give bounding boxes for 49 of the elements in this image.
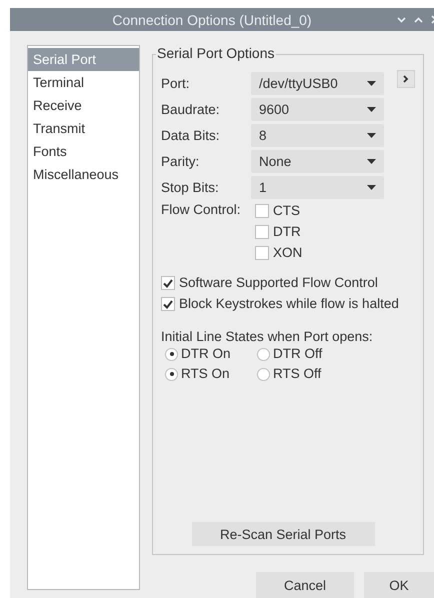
more-button[interactable] <box>397 70 415 88</box>
checkbox[interactable] <box>255 246 269 260</box>
radio-option[interactable]: DTR Off <box>257 344 337 364</box>
checkbox-option[interactable]: DTR <box>255 223 302 241</box>
radio-circle[interactable] <box>257 368 270 380</box>
group-title: Serial Port Options <box>156 45 276 61</box>
rescan-button[interactable]: Re-Scan Serial Ports <box>192 522 374 546</box>
category-item[interactable]: Transmit <box>28 117 139 140</box>
radio-circle[interactable] <box>257 348 270 360</box>
radio-option[interactable]: RTS Off <box>257 364 337 384</box>
checkbox[interactable] <box>255 225 269 239</box>
dialog-button[interactable]: Cancel <box>256 572 354 598</box>
checkbox-option[interactable]: Software Supported Flow Control <box>161 274 415 292</box>
dialog-button[interactable]: OK <box>364 572 434 598</box>
radio-circle[interactable] <box>165 368 178 380</box>
checkbox-option[interactable]: Block Keystrokes while flow is halted <box>161 295 415 313</box>
dropdown[interactable]: /dev/ttyUSB0 <box>251 72 384 94</box>
field-label: Stop Bits: <box>161 180 220 194</box>
category-item[interactable]: Fonts <box>28 140 139 163</box>
field-label: Parity: <box>161 154 200 168</box>
maximize-icon[interactable] <box>414 16 423 22</box>
radio-option[interactable]: DTR On <box>165 344 245 364</box>
window-title: Connection Options (Untitled_0) <box>112 12 312 28</box>
category-item[interactable]: Receive <box>28 94 139 117</box>
checkbox[interactable] <box>255 204 269 218</box>
dropdown-arrow-icon <box>367 158 376 164</box>
chevron-right-icon <box>403 75 409 83</box>
field-label: Flow Control: <box>161 202 242 219</box>
dropdown[interactable]: 1 <box>251 176 384 198</box>
category-item[interactable]: Terminal <box>28 71 139 94</box>
checkbox[interactable] <box>161 297 175 311</box>
dropdown-arrow-icon <box>367 106 376 112</box>
category-item[interactable]: Miscellaneous <box>28 163 139 186</box>
dropdown[interactable]: 9600 <box>251 98 384 120</box>
section-label: Initial Line States when Port opens: <box>161 329 374 344</box>
checkbox[interactable] <box>161 276 175 290</box>
dropdown[interactable]: 8 <box>251 124 384 146</box>
dropdown-arrow-icon <box>367 184 376 190</box>
radio-circle[interactable] <box>165 348 178 360</box>
checkbox-option[interactable]: CTS <box>255 202 302 220</box>
dropdown-arrow-icon <box>367 80 376 86</box>
field-label: Baudrate: <box>161 102 221 116</box>
radio-option[interactable]: RTS On <box>165 364 245 384</box>
dropdown[interactable]: None <box>251 150 384 172</box>
minimize-icon[interactable] <box>397 16 406 22</box>
field-label: Port: <box>161 76 191 90</box>
dropdown-arrow-icon <box>367 132 376 138</box>
checkbox-option[interactable]: XON <box>255 244 302 262</box>
field-label: Data Bits: <box>161 128 221 142</box>
